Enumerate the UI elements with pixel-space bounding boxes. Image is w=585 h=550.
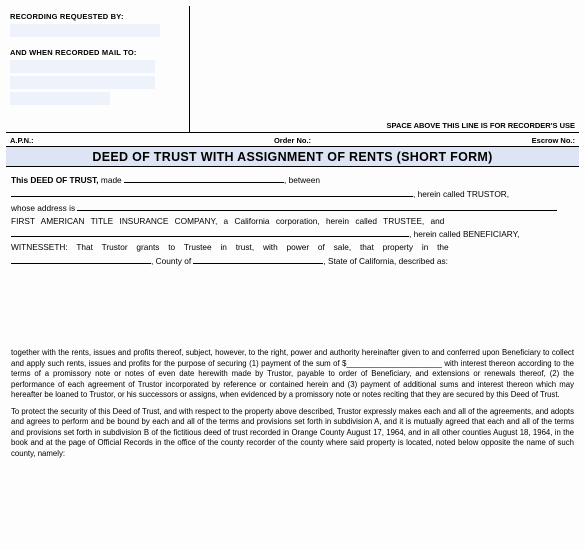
body-line-7: , County of , State of California, descr… — [11, 254, 574, 268]
state-label: , State of California, described as: — [323, 256, 448, 266]
input-jurisdiction[interactable] — [11, 254, 151, 264]
recording-requested-by-label: RECORDING REQUESTED BY: — [10, 12, 183, 21]
apn-label: A.P.N.: — [10, 136, 198, 145]
paragraph-security: To protect the security of this Deed of … — [6, 407, 579, 460]
when-recorded-mail-to-label: AND WHEN RECORDED MAIL TO: — [10, 48, 183, 57]
escrow-no-label: Escrow No.: — [387, 136, 575, 145]
body-block: This DEED OF TRUST, made , between , her… — [6, 167, 579, 268]
body-line-5: , herein called BENEFICIARY, — [11, 227, 574, 241]
beneficiary-label: , herein called BENEFICIARY, — [409, 229, 519, 239]
input-trustor-address[interactable] — [77, 201, 557, 211]
input-mail-line3[interactable] — [10, 92, 110, 105]
county-of-label: , County of — [151, 256, 193, 266]
recorder-space-column: SPACE ABOVE THIS LINE IS FOR RECORDER'S … — [190, 6, 579, 132]
header-row: RECORDING REQUESTED BY: AND WHEN RECORDE… — [6, 6, 579, 132]
trustor-label: , herein called TRUSTOR, — [413, 189, 509, 199]
space-above-note: SPACE ABOVE THIS LINE IS FOR RECORDER'S … — [387, 121, 575, 130]
input-date[interactable] — [124, 173, 284, 183]
input-mail-line1[interactable] — [10, 60, 155, 73]
witnesseth-line: WITNESSETH: That Trustor grants to Trust… — [11, 242, 449, 252]
input-county[interactable] — [193, 254, 323, 264]
input-mail-line2[interactable] — [10, 76, 155, 89]
document-title: DEED OF TRUST WITH ASSIGNMENT OF RENTS (… — [6, 147, 579, 167]
recorder-column: RECORDING REQUESTED BY: AND WHEN RECORDE… — [6, 6, 190, 132]
body-line-2: , herein called TRUSTOR, — [11, 187, 574, 201]
input-requested-by[interactable] — [10, 24, 160, 37]
input-trustor-name[interactable] — [11, 187, 413, 197]
deed-of-trust-label: DEED OF TRUST, — [30, 175, 98, 185]
this-label: This — [11, 175, 30, 185]
whose-address-label: whose address is — [11, 203, 77, 213]
body-line-4: FIRST AMERICAN TITLE INSURANCE COMPANY, … — [11, 215, 574, 228]
trustee-line: FIRST AMERICAN TITLE INSURANCE COMPANY, … — [11, 216, 444, 226]
made-label: made — [99, 175, 124, 185]
order-no-label: Order No.: — [198, 136, 386, 145]
body-line-6: WITNESSETH: That Trustor grants to Trust… — [11, 241, 574, 254]
info-row: A.P.N.: Order No.: Escrow No.: — [6, 133, 579, 147]
body-line-3: whose address is — [11, 201, 574, 215]
description-area — [6, 268, 579, 342]
between-label: , between — [284, 175, 320, 185]
input-beneficiary-name[interactable] — [11, 227, 409, 237]
paragraph-rents: together with the rents, issues and prof… — [6, 348, 579, 401]
body-line-1: This DEED OF TRUST, made , between — [11, 173, 574, 187]
